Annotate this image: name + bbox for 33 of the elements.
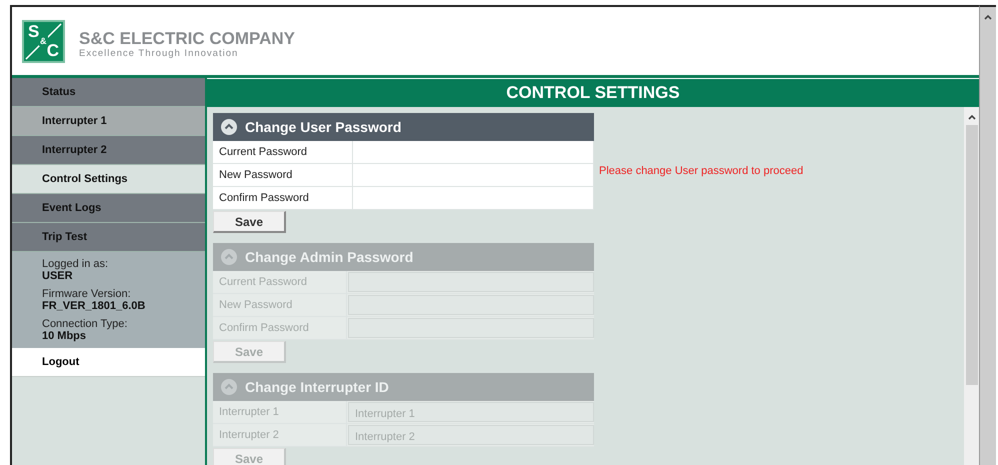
save-button[interactable]: Save bbox=[213, 211, 286, 233]
company-tagline: Excellence Through Innovation bbox=[79, 48, 240, 58]
field-label: Current Password bbox=[213, 271, 347, 293]
info-value: 10 Mbps bbox=[42, 330, 88, 342]
input-field[interactable] bbox=[348, 272, 594, 292]
field-label: New Password bbox=[213, 164, 353, 186]
info-label: Firmware Version: bbox=[42, 288, 132, 300]
sidebar-item[interactable]: Status bbox=[12, 78, 205, 107]
collapse-icon[interactable] bbox=[221, 119, 237, 135]
page-title: CONTROL SETTINGS bbox=[207, 78, 979, 107]
scroll-up-icon[interactable] bbox=[966, 113, 976, 121]
section-header[interactable]: Change User Password bbox=[213, 113, 594, 141]
info-value: FR_VER_1801_6.0B bbox=[42, 300, 146, 312]
info-label: Connection Type: bbox=[42, 318, 128, 330]
field-label: Current Password bbox=[213, 141, 353, 163]
field-label: New Password bbox=[213, 294, 347, 316]
field-label: Interrupter 1 bbox=[213, 401, 347, 423]
sidebar-item[interactable]: Trip Test bbox=[12, 223, 205, 252]
company-name: S&C ELECTRIC COMPANY bbox=[79, 30, 295, 48]
scrollbar[interactable] bbox=[964, 107, 979, 465]
error-message: Please change User password to proceed bbox=[599, 165, 804, 179]
scrollbar[interactable] bbox=[979, 5, 996, 465]
logout-link[interactable]: Logout bbox=[12, 348, 205, 377]
field-label: Confirm Password bbox=[213, 187, 353, 209]
field-label: Confirm Password bbox=[213, 317, 347, 339]
sidebar-item[interactable]: Interrupter 2 bbox=[12, 136, 205, 165]
sidebar-item[interactable]: Event Logs bbox=[12, 194, 205, 223]
sidebar-item[interactable]: Interrupter 1 bbox=[12, 107, 205, 136]
scroll-up-icon[interactable] bbox=[983, 13, 993, 21]
info-label: Logged in as: bbox=[42, 258, 110, 270]
field-label: Interrupter 2 bbox=[213, 424, 347, 446]
company-logo: S&C bbox=[22, 20, 65, 62]
info-value: USER bbox=[42, 270, 74, 282]
